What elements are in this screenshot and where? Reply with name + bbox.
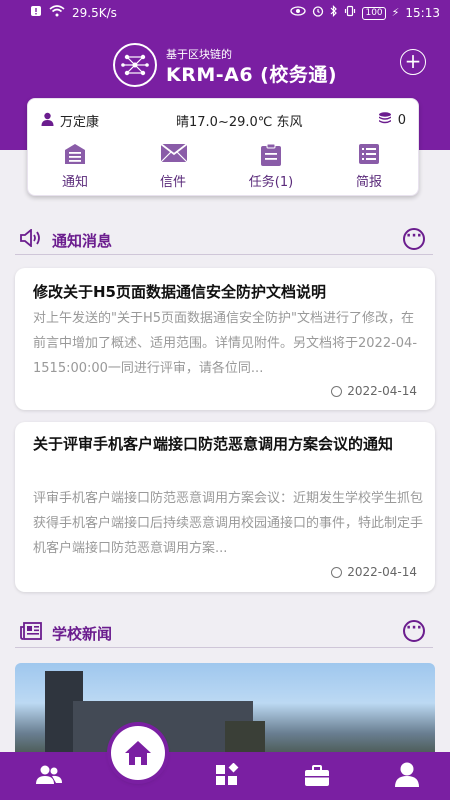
bluetooth-icon bbox=[330, 5, 338, 21]
home-icon bbox=[125, 741, 151, 765]
news-section-title: 学校新闻 bbox=[52, 624, 113, 643]
notice-date-text: 2022-04-14 bbox=[347, 565, 417, 579]
quick-link-label: 信件 bbox=[159, 175, 186, 190]
notices-section-header: 通知消息 bbox=[20, 228, 113, 251]
quick-link-label: 任务(1) bbox=[248, 175, 294, 190]
notice-title: 关于评审手机客户端接口防范恶意调用方案会议的通知 bbox=[33, 435, 394, 453]
tab-apps[interactable] bbox=[214, 762, 244, 793]
user-name: 万定康 bbox=[60, 115, 100, 130]
contacts-icon bbox=[36, 765, 62, 784]
alert-icon bbox=[30, 5, 42, 21]
notice-date: 2022-04-14 bbox=[331, 384, 417, 398]
notice-body: 对上午发送的"关于H5页面数据通信安全防护"文档进行了修改，在前言中增加了概述、… bbox=[33, 311, 418, 376]
eye-icon bbox=[290, 6, 307, 20]
notice-title: 修改关于H5页面数据通信安全防护文档说明 bbox=[33, 283, 326, 301]
section-divider bbox=[15, 647, 433, 648]
notice-body: 评审手机客户端接口防范恶意调用方案会议：近期发生学校学生抓包获得手机客户端接口后… bbox=[33, 491, 424, 556]
briefcase-icon bbox=[305, 765, 329, 786]
user-info: 万定康 bbox=[41, 111, 99, 130]
tab-contacts[interactable] bbox=[35, 763, 65, 793]
clock-icon bbox=[331, 566, 343, 578]
wifi-icon bbox=[49, 5, 65, 21]
battery-indicator: 100 bbox=[362, 6, 386, 20]
tab-work[interactable] bbox=[303, 764, 333, 794]
notices-section-title: 通知消息 bbox=[52, 231, 113, 250]
section-divider bbox=[15, 254, 433, 255]
user-icon bbox=[41, 112, 54, 130]
coins-icon bbox=[378, 111, 392, 129]
notice-date-text: 2022-04-14 bbox=[347, 384, 417, 398]
notice-icon bbox=[62, 143, 88, 165]
quick-link-label: 通知 bbox=[61, 175, 88, 190]
tab-profile[interactable] bbox=[393, 760, 423, 790]
coin-count: 0 bbox=[397, 112, 406, 128]
news-more-button[interactable]: ··· bbox=[403, 620, 425, 642]
list-icon bbox=[356, 143, 382, 165]
net-speed: 29.5K/s bbox=[72, 6, 117, 20]
status-bar: 29.5K/s 100 ⚡ 15:13 bbox=[0, 0, 450, 26]
speaker-icon bbox=[20, 228, 42, 251]
notice-date: 2022-04-14 bbox=[331, 565, 417, 579]
news-section-header: 学校新闻 bbox=[20, 622, 112, 644]
coin-balance: 0 bbox=[378, 111, 406, 129]
quick-link-tasks[interactable]: 任务(1) bbox=[236, 143, 306, 190]
profile-icon bbox=[395, 762, 419, 787]
apps-icon bbox=[216, 762, 239, 785]
alarm-icon bbox=[312, 5, 324, 21]
brand-title: KRM-A6 (校务通) bbox=[166, 64, 338, 86]
info-card: 万定康 晴17.0~29.0℃ 东风 0 通知 信件 任务(1) 简报 bbox=[27, 98, 419, 196]
quick-link-label: 简报 bbox=[355, 175, 382, 190]
tab-home[interactable] bbox=[111, 726, 165, 780]
clipboard-icon bbox=[258, 143, 284, 166]
notice-card[interactable]: 关于评审手机客户端接口防范恶意调用方案会议的通知 评审手机客户端接口防范恶意调用… bbox=[15, 422, 435, 592]
add-button[interactable]: + bbox=[400, 49, 426, 75]
quick-link-notices[interactable]: 通知 bbox=[40, 143, 110, 190]
clock-icon bbox=[331, 385, 343, 397]
news-image[interactable] bbox=[15, 663, 435, 763]
charging-icon: ⚡ bbox=[391, 6, 400, 19]
vibrate-icon bbox=[344, 5, 356, 21]
mail-icon bbox=[160, 143, 188, 165]
newspaper-icon bbox=[20, 622, 42, 644]
notice-card[interactable]: 修改关于H5页面数据通信安全防护文档说明 对上午发送的"关于H5页面数据通信安全… bbox=[15, 268, 435, 410]
quick-link-letters[interactable]: 信件 bbox=[138, 143, 208, 190]
notices-more-button[interactable]: ··· bbox=[403, 228, 425, 250]
weather-info: 晴17.0~29.0℃ 东风 bbox=[176, 115, 303, 130]
clock-time: 15:13 bbox=[405, 6, 440, 20]
quick-link-briefs[interactable]: 简报 bbox=[334, 143, 404, 190]
brand-logo bbox=[113, 43, 157, 87]
